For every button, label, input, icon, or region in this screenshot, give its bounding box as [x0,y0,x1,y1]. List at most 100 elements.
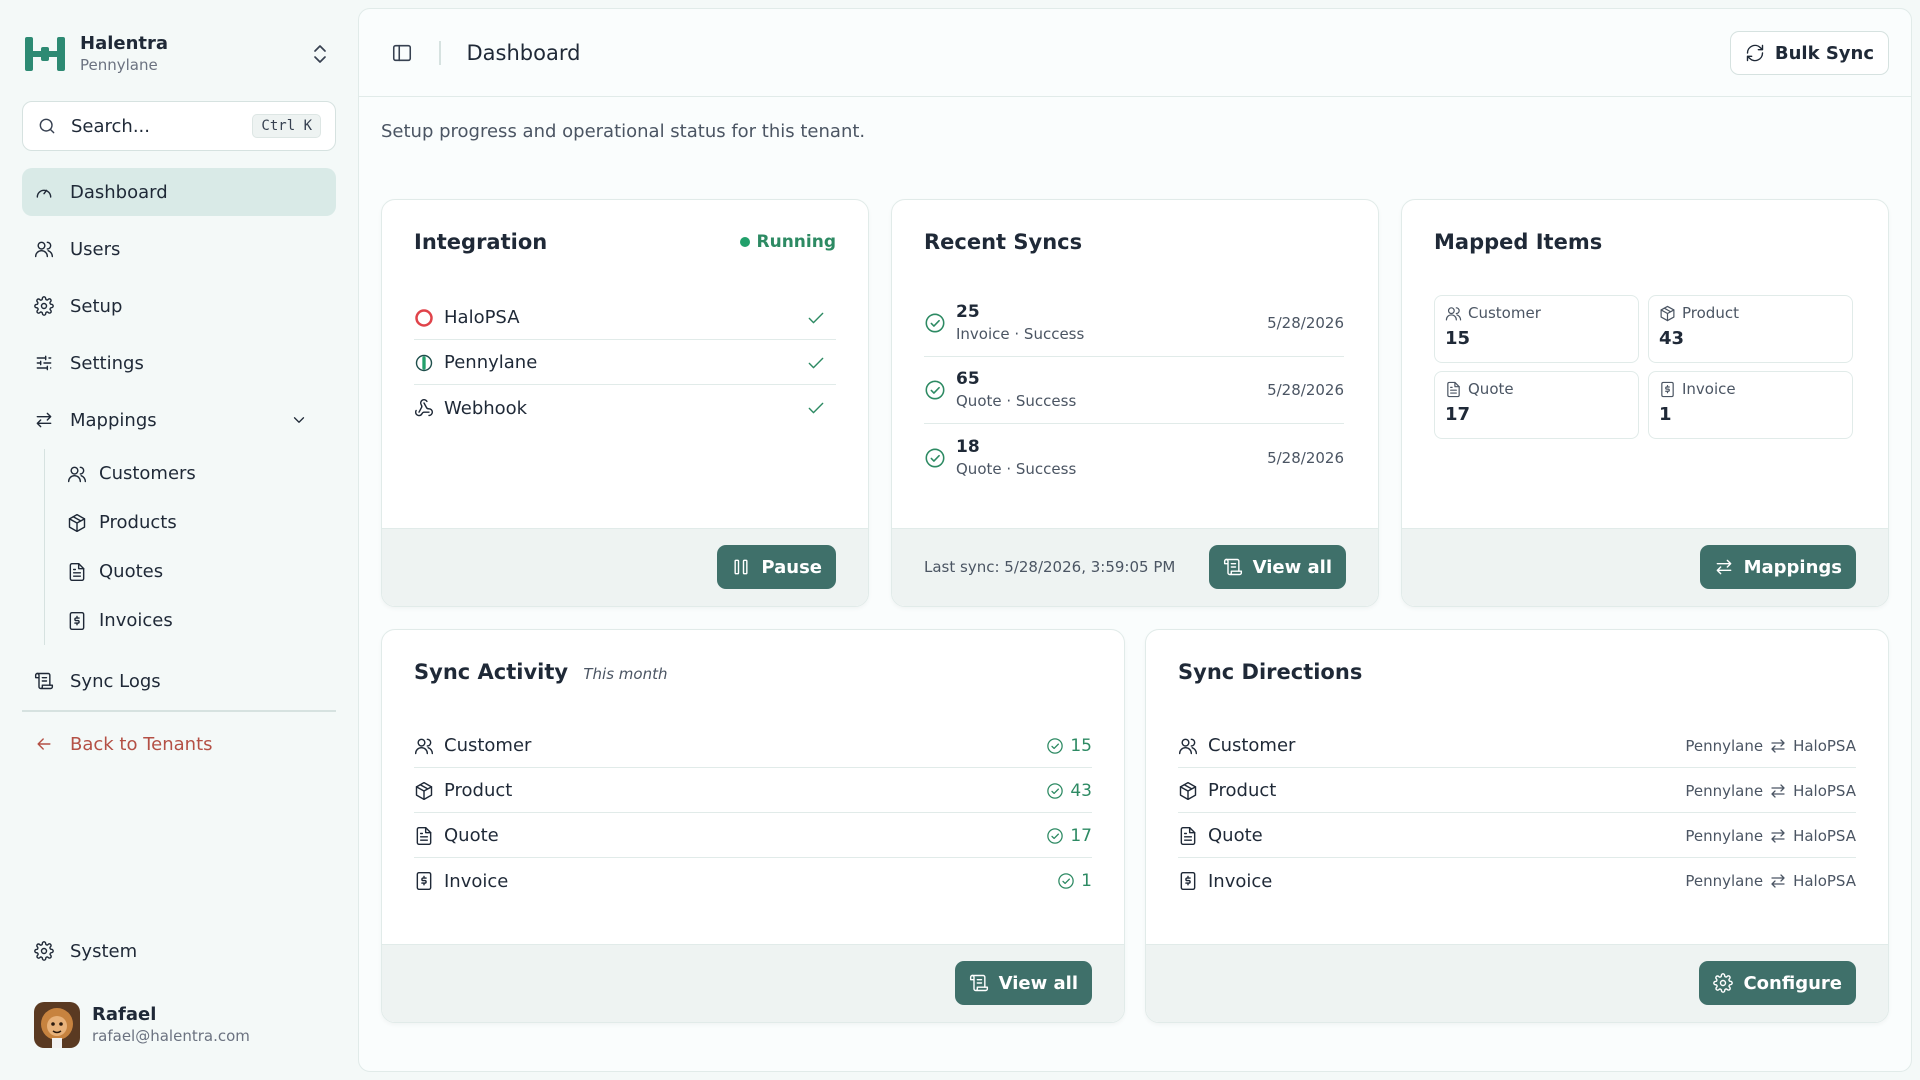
check-circle-icon [924,379,946,401]
sync-count: 18 [956,436,980,457]
sync-count: 65 [956,369,980,389]
search-placeholder: Search... [71,115,151,137]
activity-label: Customer [444,735,532,756]
check-icon [806,353,826,373]
mapped-items-card: Mapped Items Customer 15 Product 43 Quot… [1401,199,1889,607]
sidebar-divider [22,710,336,712]
check-circle-icon [1057,872,1075,890]
direction-source: Pennylane [1685,781,1764,800]
tile-value: 43 [1659,328,1685,349]
direction-row: Product Pennylane HaloPSA [1178,769,1856,813]
back-to-tenants-link[interactable]: Back to Tenants [22,724,336,764]
check-circle-icon [1046,827,1064,845]
recent-syncs-footer: Last sync: 5/28/2026, 3:59:05 PM View al… [892,528,1378,606]
direction-row: Quote Pennylane HaloPSA [1178,814,1856,858]
direction-value: Pennylane HaloPSA [1685,827,1856,845]
invoice-icon [1659,381,1676,398]
direction-source: Pennylane [1685,826,1764,845]
pause-button[interactable]: Pause [717,545,836,589]
nav-item-dashboard[interactable]: Dashboard [22,168,336,216]
package-icon [1178,781,1198,801]
nav-item-mappings[interactable]: Mappings [22,396,336,444]
mappings-label: Mappings [1743,556,1842,578]
sync-row[interactable]: 25 Invoice · Success 5/28/2026 [924,290,1344,357]
pennylane-icon [415,354,433,371]
activity-row: Invoice 1 [414,859,1092,903]
direction-value: Pennylane HaloPSA [1685,737,1856,755]
sync-row[interactable]: 18 Quote · Success 5/28/2026 [924,424,1344,491]
activity-label: Product [444,780,513,801]
package-icon [1659,305,1676,322]
sidebar-toggle-icon[interactable] [391,42,413,64]
nav-item-sync-logs[interactable]: Sync Logs [22,657,336,705]
configure-label: Configure [1743,972,1842,994]
direction-source: Pennylane [1685,872,1764,890]
nav-item-quotes[interactable]: Quotes [59,547,336,596]
direction-source: Pennylane [1685,736,1764,755]
user-menu[interactable]: Rafael rafael@halentra.com [34,1002,250,1048]
sync-count: 25 [956,302,980,322]
scroll-icon [969,973,989,993]
integration-title: Integration [414,230,548,254]
activity-count: 17 [1046,826,1092,846]
nav-item-settings[interactable]: Settings [22,339,336,387]
direction-label: Product [1208,780,1277,801]
status-badge: Running [739,232,836,252]
document-icon [1178,826,1198,846]
nav-item-system[interactable]: System [22,928,336,974]
sync-row[interactable]: 65 Quote · Success 5/28/2026 [924,357,1344,424]
sync-activity-footer: View all [382,944,1124,1022]
direction-row: Customer Pennylane HaloPSA [1178,724,1856,768]
nav-item-setup[interactable]: Setup [22,282,336,330]
mapped-tile-customer[interactable]: Customer 15 [1434,295,1639,363]
nav-label-customers: Customers [99,463,196,484]
direction-value: Pennylane HaloPSA [1685,782,1856,800]
activity-label: Invoice [444,870,509,892]
activity-label: Quote [444,825,499,846]
bulk-sync-label: Bulk Sync [1774,42,1874,64]
direction-target: HaloPSA [1793,736,1856,755]
direction-label: Customer [1208,735,1296,756]
nav-item-users[interactable]: Users [22,225,336,273]
search-input[interactable]: Search... Ctrl K [22,101,336,151]
status-dot [739,237,750,247]
view-all-syncs-button[interactable]: View all [1208,545,1346,589]
mapped-tile-quote[interactable]: Quote 17 [1434,371,1639,439]
activity-count: 43 [1046,781,1092,801]
mapped-tile-product[interactable]: Product 43 [1648,295,1853,363]
user-email: rafael@halentra.com [92,1027,250,1045]
nav-item-products[interactable]: Products [59,498,336,547]
sync-meta: Invoice · Success [956,325,1085,343]
nav-label-mappings: Mappings [70,409,157,431]
main-panel: Dashboard Bulk Sync Setup progress and o… [358,8,1912,1072]
integration-card: Integration Running HaloPSA Pennylane We… [381,199,869,607]
nav-item-invoices[interactable]: Invoices [59,596,336,645]
gear-icon [34,941,54,961]
tenant-switcher[interactable]: Halentra Pennylane [22,18,332,90]
activity-count-value: 1 [1081,871,1092,891]
header-separator [439,40,441,65]
recent-syncs-card: Recent Syncs 25 Invoice · Success 5/28/20… [891,199,1379,607]
nav-label-setup: Setup [70,295,123,317]
check-icon [806,398,826,418]
mapped-items-footer: Mappings [1402,528,1888,606]
swap-icon [1714,557,1734,577]
view-all-activity-button[interactable]: View all [954,961,1092,1005]
bulk-sync-button[interactable]: Bulk Sync [1729,31,1889,75]
integration-row-webhook: Webhook [414,386,836,430]
nav-label-dashboard: Dashboard [70,181,168,203]
invoice-icon [67,611,87,631]
activity-count: 15 [1046,736,1092,756]
swap-icon [34,410,54,430]
sync-activity-period: This month [583,665,668,683]
sync-date: 5/28/2026 [1267,314,1344,332]
document-icon [1445,381,1462,398]
activity-count-value: 15 [1070,735,1092,756]
configure-button[interactable]: Configure [1699,961,1856,1005]
users-icon [1445,305,1462,322]
gear-icon [1713,973,1733,993]
brand-name: Halentra [80,33,169,54]
mappings-button[interactable]: Mappings [1699,545,1856,589]
mapped-tile-invoice[interactable]: Invoice 1 [1648,371,1853,439]
nav-item-customers[interactable]: Customers [59,449,336,498]
